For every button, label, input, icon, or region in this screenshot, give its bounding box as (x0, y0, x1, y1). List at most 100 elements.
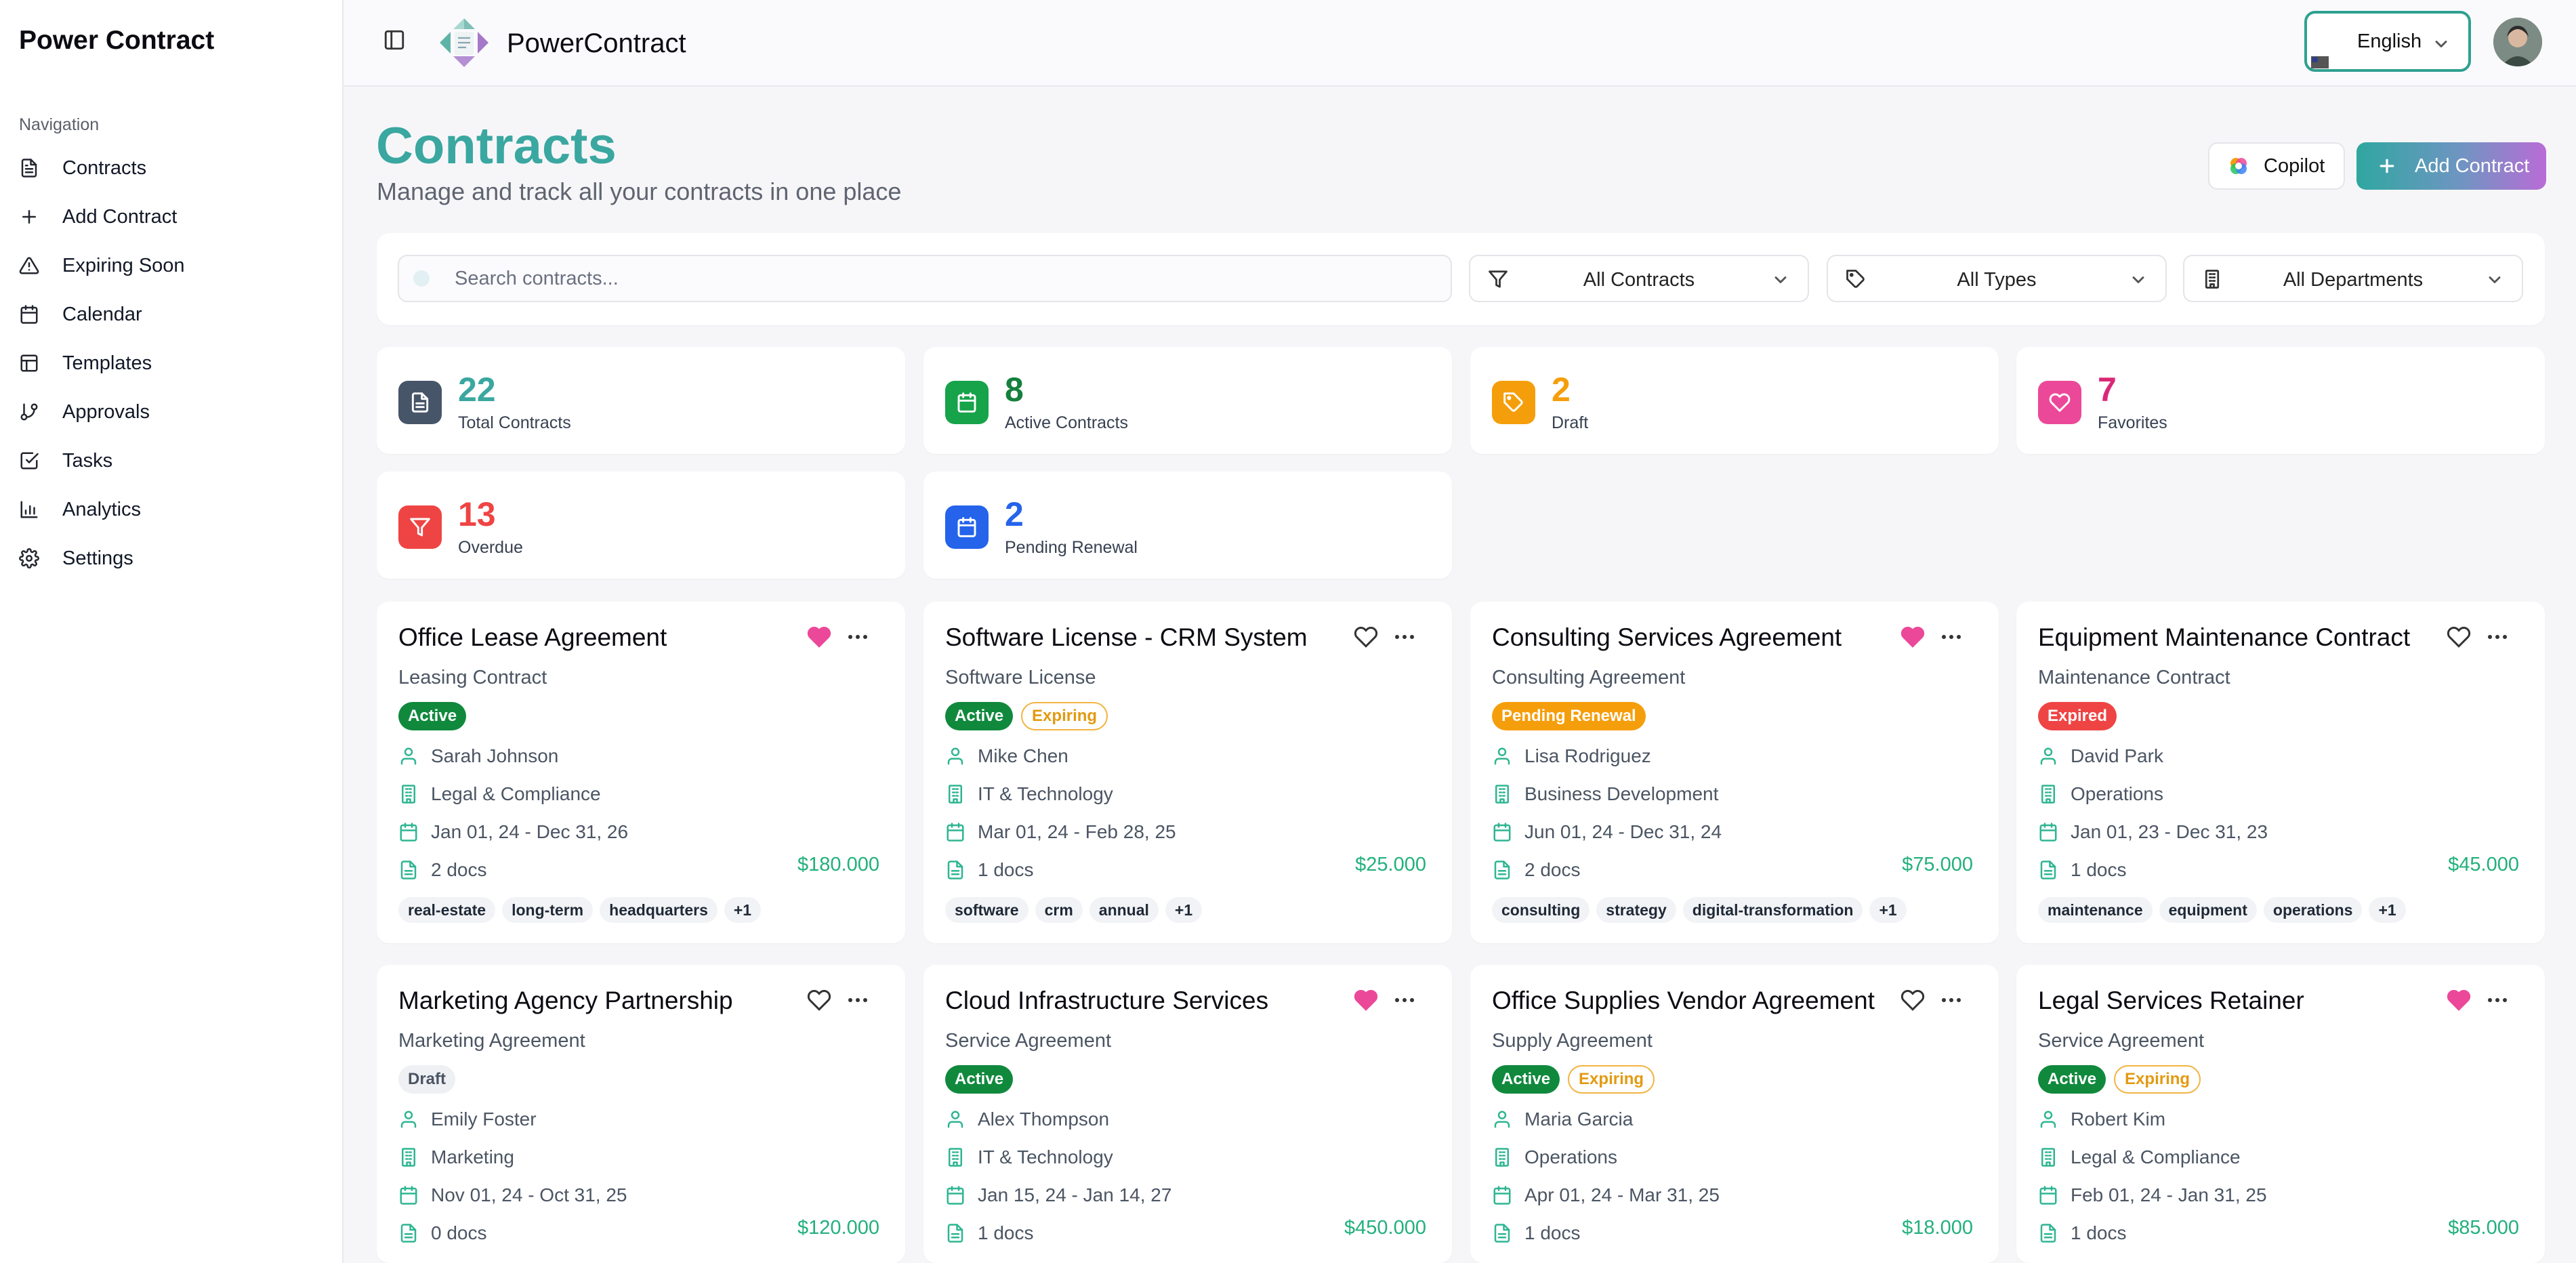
stat-card-overdue[interactable]: 13 Overdue (377, 472, 905, 579)
favorite-heart-icon[interactable] (1900, 988, 1925, 1012)
brand-logo (440, 18, 489, 67)
sidebar-item-tasks[interactable]: Tasks (19, 439, 331, 482)
sidebar-item-settings[interactable]: Settings (19, 537, 331, 580)
sidebar-item-add-contract[interactable]: Add Contract (19, 195, 331, 239)
search-icon (413, 270, 430, 287)
tag-chip[interactable]: maintenance (2038, 897, 2153, 923)
department-icon (402, 785, 415, 804)
copilot-button[interactable]: Copilot (2208, 142, 2345, 190)
tag-chip[interactable]: crm (1035, 897, 1083, 923)
contract-type: Supply Agreement (1492, 1030, 1653, 1052)
calendar-icon (947, 823, 964, 842)
contract-owner: Lisa Rodriguez (1492, 743, 1651, 770)
more-options-icon[interactable] (1938, 625, 1965, 649)
favorite-heart-icon[interactable] (807, 625, 831, 649)
contract-owner-text: Sarah Johnson (431, 745, 559, 766)
tag-chip[interactable]: software (945, 897, 1029, 923)
department-filter-select[interactable]: All Departments (2183, 255, 2523, 302)
sidebar-item-label: Settings (62, 547, 133, 569)
stat-card-pending-renewal[interactable]: 2 Pending Renewal (923, 472, 1452, 579)
contract-card[interactable]: Office Supplies Vendor Agreement Supply A… (1470, 965, 1999, 1263)
chevron-down-icon (1774, 276, 1787, 283)
favorite-heart-icon[interactable] (1900, 625, 1925, 649)
status-badges: Active (945, 1065, 1014, 1094)
sidebar-item-contracts[interactable]: Contracts (19, 146, 331, 190)
more-options-icon[interactable] (2484, 625, 2511, 649)
contract-department-text: IT & Technology (978, 783, 1113, 804)
favorite-heart-icon[interactable] (2447, 625, 2471, 649)
contract-docs-text: 0 docs (431, 1222, 487, 1243)
tag-chip[interactable]: real-estate (398, 897, 496, 923)
tag-chip[interactable]: operations (2263, 897, 2363, 923)
tag-icon (1503, 392, 1523, 412)
favorite-heart-icon[interactable] (807, 988, 831, 1012)
brand-name: PowerContract (507, 28, 686, 58)
stat-label: Active Contracts (1005, 413, 1129, 432)
status-badge: Expiring (2114, 1065, 2201, 1094)
add-contract-button[interactable]: Add Contract (2356, 142, 2546, 190)
contract-card[interactable]: Cloud Infrastructure Services Service Agr… (923, 965, 1452, 1263)
stat-icon-box (398, 381, 442, 424)
contract-title: Legal Services Retainer (2038, 987, 2304, 1014)
favorite-heart-icon[interactable] (1354, 625, 1378, 649)
contract-dates-text: Nov 01, 24 - Oct 31, 25 (431, 1184, 627, 1205)
department-icon (1495, 1148, 1509, 1167)
tag-chip[interactable]: +1 (1869, 897, 1907, 923)
tag-chip[interactable]: +1 (2369, 897, 2406, 923)
sidebar-item-approvals[interactable]: Approvals (19, 390, 331, 434)
tag-chip[interactable]: equipment (2159, 897, 2257, 923)
contract-owner: David Park (2038, 743, 2163, 770)
stat-card-favorites[interactable]: 7 Favorites (2016, 347, 2545, 454)
favorite-heart-icon[interactable] (1354, 988, 1378, 1012)
more-options-icon[interactable] (844, 625, 871, 649)
tag-chip[interactable]: +1 (724, 897, 762, 923)
contract-dates-text: Jun 01, 24 - Dec 31, 24 (1524, 821, 1722, 842)
git-branch-icon (20, 403, 38, 421)
filter-icon (410, 518, 430, 537)
contract-card[interactable]: Consulting Services Agreement Consulting … (1470, 602, 1999, 943)
contract-department: Legal & Compliance (398, 781, 601, 808)
sidebar-toggle-icon[interactable] (383, 28, 406, 51)
contract-card[interactable]: Office Lease Agreement Leasing Contract Ac… (377, 602, 905, 943)
avatar[interactable] (2493, 18, 2542, 66)
calendar-icon (2039, 1186, 2057, 1205)
tag-chip[interactable]: +1 (1165, 897, 1203, 923)
stat-card-draft[interactable]: 2 Draft (1470, 347, 1999, 454)
department-icon (949, 785, 962, 804)
tag-chip[interactable]: annual (1089, 897, 1159, 923)
status-filter-select[interactable]: All Contracts (1469, 255, 1809, 302)
contract-type: Service Agreement (2038, 1030, 2205, 1052)
more-options-icon[interactable] (1391, 988, 1418, 1012)
tag-chip[interactable]: strategy (1596, 897, 1676, 923)
sidebar-item-calendar[interactable]: Calendar (19, 293, 331, 336)
more-options-icon[interactable] (1938, 988, 1965, 1012)
department-filter-label: All Departments (2283, 269, 2424, 291)
contract-card[interactable]: Legal Services Retainer Service Agreement… (2016, 965, 2545, 1263)
sidebar-item-expiring-soon[interactable]: Expiring Soon (19, 244, 331, 287)
more-options-icon[interactable] (844, 988, 871, 1012)
contract-card[interactable]: Marketing Agency Partnership Marketing Ag… (377, 965, 905, 1263)
search-input[interactable] (398, 255, 1452, 302)
contract-department: Operations (2038, 781, 2163, 808)
type-filter-select[interactable]: All Types (1827, 255, 2167, 302)
more-options-icon[interactable] (2484, 988, 2511, 1012)
stat-card-total[interactable]: 22 Total Contracts (377, 347, 905, 454)
tag-chip[interactable]: headquarters (600, 897, 718, 923)
tag-chip[interactable]: digital-transformation (1682, 897, 1863, 923)
more-options-icon[interactable] (1391, 625, 1418, 649)
file-text-icon (947, 861, 963, 879)
favorite-heart-icon[interactable] (2447, 988, 2471, 1012)
sidebar-item-label: Analytics (62, 498, 142, 520)
stat-card-active[interactable]: 8 Active Contracts (923, 347, 1452, 454)
contract-card[interactable]: Equipment Maintenance Contract Maintenanc… (2016, 602, 2545, 943)
language-select[interactable]: English (2304, 11, 2471, 72)
tag-chip[interactable]: consulting (1492, 897, 1590, 923)
contract-card[interactable]: Software License - CRM System Software Li… (923, 602, 1452, 943)
tag-chip[interactable]: long-term (502, 897, 594, 923)
sidebar-item-templates[interactable]: Templates (19, 341, 331, 385)
sidebar-item-analytics[interactable]: Analytics (19, 488, 331, 531)
contract-owner: Emily Foster (398, 1106, 537, 1133)
calendar-icon (20, 305, 38, 324)
stat-value: 22 (458, 371, 496, 409)
contract-value: $85.000 (2448, 1217, 2519, 1239)
